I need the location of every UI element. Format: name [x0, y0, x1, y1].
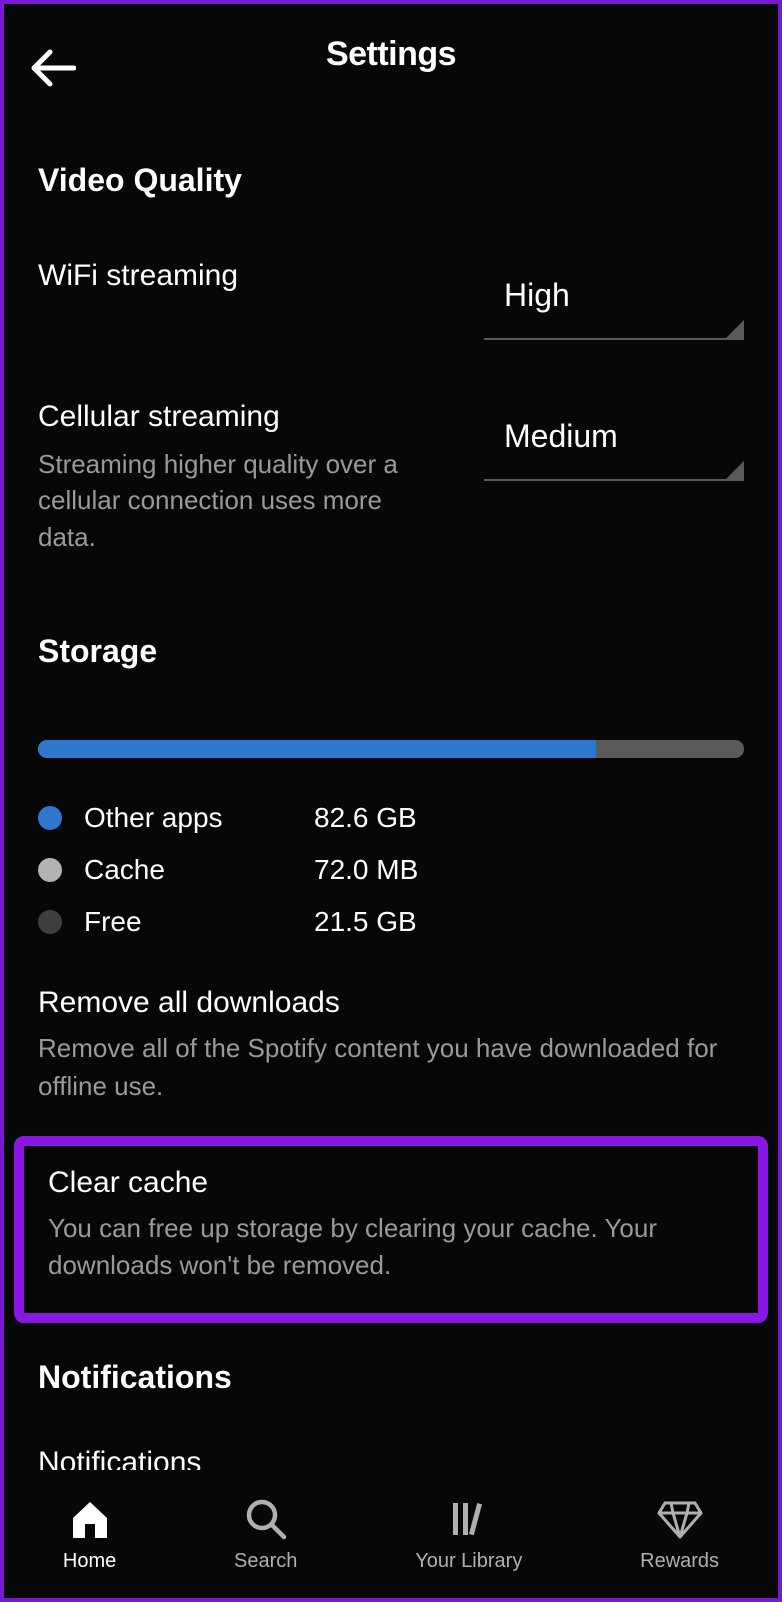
cellular-streaming-select[interactable]: Medium [484, 400, 744, 481]
remove-all-downloads[interactable]: Remove all downloads Remove all of the S… [38, 986, 744, 1105]
library-icon [446, 1496, 492, 1542]
legend-dot-icon [38, 910, 62, 934]
legend-value: 82.6 GB [314, 802, 417, 834]
notifications-item[interactable]: Notifications Choose which notifications… [38, 1446, 744, 1470]
section-video-quality: Video Quality [38, 162, 744, 199]
wifi-streaming-value: High [484, 271, 744, 340]
remove-downloads-title: Remove all downloads [38, 986, 744, 1020]
storage-legend: Other apps 82.6 GB Cache 72.0 MB Free 21… [38, 792, 744, 948]
settings-content: Video Quality WiFi streaming High Cellul… [4, 104, 778, 1470]
page-title: Settings [326, 35, 456, 74]
search-icon [243, 1496, 289, 1542]
clear-cache-highlight: Clear cache You can free up storage by c… [14, 1136, 768, 1323]
cellular-streaming-value: Medium [484, 412, 744, 481]
top-bar: Settings [4, 4, 778, 104]
row-wifi-streaming[interactable]: WiFi streaming High [38, 259, 744, 340]
clear-cache[interactable]: Clear cache You can free up storage by c… [48, 1166, 734, 1285]
wifi-streaming-select[interactable]: High [484, 259, 744, 340]
row-cellular-streaming[interactable]: Cellular streaming Streaming higher qual… [38, 400, 744, 555]
nav-label: Rewards [640, 1550, 719, 1573]
clear-cache-title: Clear cache [48, 1166, 734, 1200]
legend-other-apps: Other apps 82.6 GB [38, 792, 744, 844]
legend-label: Other apps [84, 802, 314, 834]
bottom-nav: Home Search Your Library Rewards [4, 1470, 778, 1598]
nav-label: Home [63, 1550, 116, 1573]
back-button[interactable] [26, 42, 78, 94]
legend-label: Free [84, 906, 314, 938]
dropdown-caret-icon [726, 461, 744, 479]
clear-cache-desc: You can free up storage by clearing your… [48, 1210, 734, 1285]
cellular-streaming-desc: Streaming higher quality over a cellular… [38, 446, 438, 555]
diamond-icon [657, 1496, 703, 1542]
nav-search[interactable]: Search [234, 1496, 297, 1573]
nav-rewards[interactable]: Rewards [640, 1496, 719, 1573]
legend-cache: Cache 72.0 MB [38, 844, 744, 896]
storage-seg-other [38, 740, 596, 758]
remove-downloads-desc: Remove all of the Spotify content you ha… [38, 1030, 744, 1105]
cellular-streaming-label: Cellular streaming [38, 400, 454, 434]
section-storage: Storage [38, 633, 744, 670]
arrow-left-icon [28, 48, 76, 88]
nav-label: Search [234, 1550, 297, 1573]
storage-bar [38, 740, 744, 758]
wifi-streaming-label: WiFi streaming [38, 259, 454, 293]
home-icon [67, 1496, 113, 1542]
section-notifications: Notifications [38, 1359, 744, 1396]
nav-home[interactable]: Home [63, 1496, 116, 1573]
legend-value: 21.5 GB [314, 906, 417, 938]
nav-library[interactable]: Your Library [415, 1496, 522, 1573]
legend-value: 72.0 MB [314, 854, 418, 886]
legend-dot-icon [38, 806, 62, 830]
nav-label: Your Library [415, 1550, 522, 1573]
notifications-title: Notifications [38, 1446, 744, 1470]
dropdown-caret-icon [726, 320, 744, 338]
legend-free: Free 21.5 GB [38, 896, 744, 948]
storage-seg-free [596, 740, 744, 758]
legend-label: Cache [84, 854, 314, 886]
legend-dot-icon [38, 858, 62, 882]
